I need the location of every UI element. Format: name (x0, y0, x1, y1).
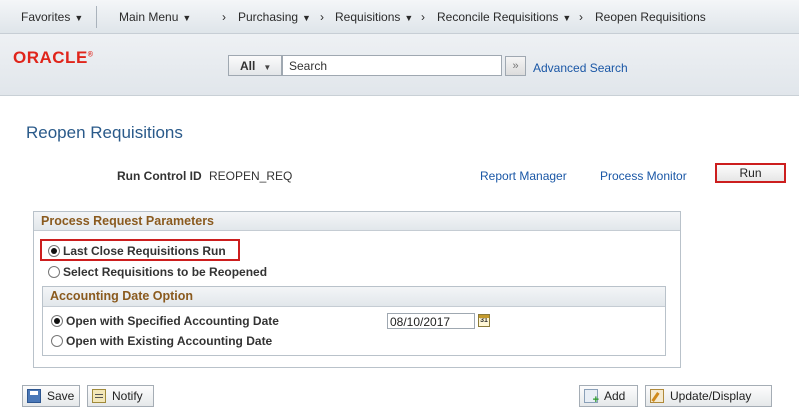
update-display-icon (650, 389, 664, 403)
notify-button[interactable]: Notify (87, 385, 154, 407)
accounting-date-input[interactable]: 08/10/2017 (387, 313, 475, 329)
search-input[interactable]: Search (282, 55, 502, 76)
notify-icon (92, 389, 106, 403)
radio-button[interactable] (48, 266, 60, 278)
save-button[interactable]: Save (22, 385, 80, 407)
breadcrumb-arrow-icon: › (320, 10, 324, 24)
breadcrumb-arrow-icon: › (579, 10, 583, 24)
chevron-down-icon: ▼ (562, 13, 572, 23)
radio-button[interactable] (51, 335, 63, 347)
search-scope-value: All (240, 59, 256, 73)
chevron-down-icon: ▼ (182, 13, 192, 23)
radio-button-selected[interactable] (51, 315, 63, 327)
main-menu[interactable]: Main Menu ▼ (119, 10, 191, 24)
radio-label: Open with Specified Accounting Date (66, 314, 279, 328)
chevron-down-icon: ▼ (74, 13, 84, 23)
breadcrumb-purchasing[interactable]: Purchasing ▼ (238, 10, 311, 24)
run-control-label: Run Control ID (117, 169, 202, 183)
nav-divider (96, 6, 97, 28)
double-chevron-right-icon: » (512, 60, 519, 72)
breadcrumb-arrow-icon: › (421, 10, 425, 24)
logo-text: ORACLE (13, 48, 88, 67)
select-requisitions-option[interactable]: Select Requisitions to be Reopened (48, 265, 267, 279)
group-heading: Process Request Parameters (34, 212, 680, 231)
radio-label: Last Close Requisitions Run (63, 244, 226, 258)
chevron-down-icon: ▼ (404, 13, 414, 23)
run-button[interactable]: Run (715, 163, 786, 183)
breadcrumb-label: Purchasing (238, 10, 299, 24)
breadcrumb-reconcile-requisitions[interactable]: Reconcile Requisitions ▼ (437, 10, 571, 24)
advanced-search-link[interactable]: Advanced Search (533, 61, 628, 75)
radio-label: Open with Existing Accounting Date (66, 334, 273, 348)
run-control-value: REOPEN_REQ (209, 169, 293, 183)
radio-button-selected[interactable] (48, 245, 60, 257)
breadcrumb-current: Reopen Requisitions (595, 10, 706, 24)
specified-date-option[interactable]: Open with Specified Accounting Date (51, 314, 279, 328)
update-display-button[interactable]: Update/Display (645, 385, 772, 407)
save-icon (27, 389, 41, 403)
chevron-down-icon: ▼ (263, 63, 272, 72)
notify-label: Notify (112, 389, 143, 403)
favorites-menu[interactable]: Favorites ▼ (21, 10, 83, 24)
search-scope-select[interactable]: All ▼ (228, 55, 282, 76)
top-navigation-bar: Favorites ▼ Main Menu ▼ › Purchasing ▼ › Re… (0, 0, 799, 34)
breadcrumb-arrow-icon: › (222, 10, 226, 24)
page-title: Reopen Requisitions (26, 123, 183, 142)
chevron-down-icon: ▼ (302, 13, 311, 23)
calendar-icon[interactable]: 31 (478, 314, 490, 327)
add-label: Add (604, 389, 626, 403)
process-monitor-link[interactable]: Process Monitor (600, 169, 687, 183)
save-label: Save (47, 389, 75, 403)
breadcrumb-requisitions[interactable]: Requisitions ▼ (335, 10, 413, 24)
last-close-run-option[interactable]: Last Close Requisitions Run (48, 244, 226, 258)
main-menu-label: Main Menu (119, 10, 179, 24)
group-heading: Accounting Date Option (43, 287, 665, 307)
favorites-label: Favorites (21, 10, 71, 24)
update-display-label: Update/Display (670, 389, 752, 403)
add-button[interactable]: Add (579, 385, 638, 407)
oracle-logo: ORACLE® (13, 48, 94, 67)
report-manager-link[interactable]: Report Manager (480, 169, 567, 183)
radio-label: Select Requisitions to be Reopened (63, 265, 268, 279)
breadcrumb-label: Requisitions (335, 10, 401, 24)
search-go-button[interactable]: » (505, 56, 526, 76)
breadcrumb-label: Reconcile Requisitions (437, 10, 559, 24)
add-icon (584, 389, 599, 406)
existing-date-option[interactable]: Open with Existing Accounting Date (51, 334, 272, 348)
